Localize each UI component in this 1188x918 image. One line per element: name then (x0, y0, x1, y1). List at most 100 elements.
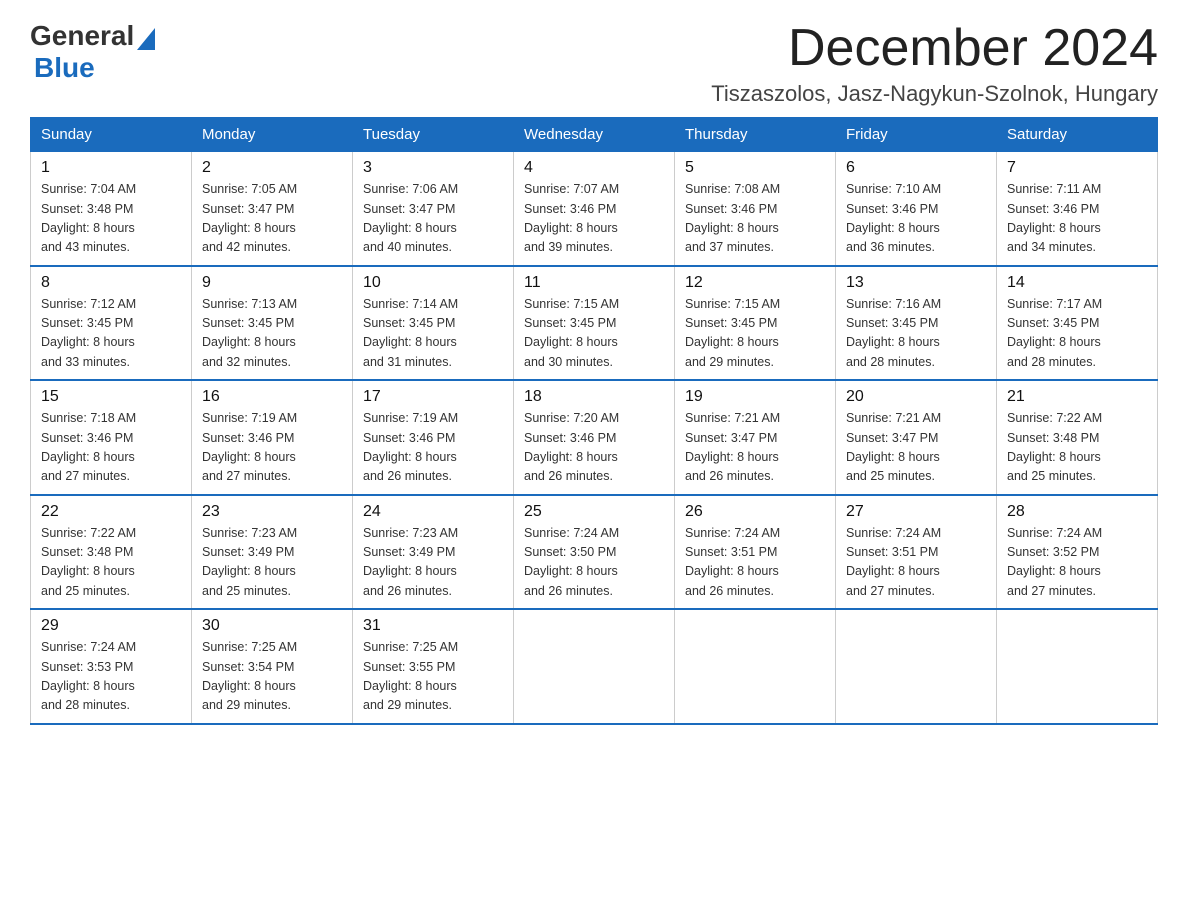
calendar-cell: 13 Sunrise: 7:16 AM Sunset: 3:45 PM Dayl… (836, 266, 997, 381)
day-number: 31 (363, 617, 503, 635)
day-info: Sunrise: 7:08 AM Sunset: 3:46 PM Dayligh… (685, 180, 825, 258)
location-subtitle: Tiszaszolos, Jasz-Nagykun-Szolnok, Hunga… (711, 81, 1158, 107)
calendar-cell: 6 Sunrise: 7:10 AM Sunset: 3:46 PM Dayli… (836, 152, 997, 266)
calendar-week-row: 8 Sunrise: 7:12 AM Sunset: 3:45 PM Dayli… (31, 266, 1158, 381)
calendar-cell: 2 Sunrise: 7:05 AM Sunset: 3:47 PM Dayli… (192, 152, 353, 266)
day-info: Sunrise: 7:13 AM Sunset: 3:45 PM Dayligh… (202, 295, 342, 373)
day-info: Sunrise: 7:18 AM Sunset: 3:46 PM Dayligh… (41, 409, 181, 487)
calendar-cell (836, 609, 997, 724)
calendar-week-row: 22 Sunrise: 7:22 AM Sunset: 3:48 PM Dayl… (31, 495, 1158, 610)
day-info: Sunrise: 7:24 AM Sunset: 3:51 PM Dayligh… (846, 524, 986, 602)
day-number: 14 (1007, 274, 1147, 292)
calendar-header-row: SundayMondayTuesdayWednesdayThursdayFrid… (31, 118, 1158, 152)
day-number: 9 (202, 274, 342, 292)
day-number: 7 (1007, 159, 1147, 177)
calendar-cell: 12 Sunrise: 7:15 AM Sunset: 3:45 PM Dayl… (675, 266, 836, 381)
day-info: Sunrise: 7:15 AM Sunset: 3:45 PM Dayligh… (524, 295, 664, 373)
day-info: Sunrise: 7:21 AM Sunset: 3:47 PM Dayligh… (685, 409, 825, 487)
calendar-cell: 29 Sunrise: 7:24 AM Sunset: 3:53 PM Dayl… (31, 609, 192, 724)
header-day-saturday: Saturday (997, 118, 1158, 152)
day-number: 27 (846, 503, 986, 521)
calendar-cell: 3 Sunrise: 7:06 AM Sunset: 3:47 PM Dayli… (353, 152, 514, 266)
day-number: 2 (202, 159, 342, 177)
logo[interactable]: General Blue (30, 20, 155, 84)
day-number: 22 (41, 503, 181, 521)
day-info: Sunrise: 7:11 AM Sunset: 3:46 PM Dayligh… (1007, 180, 1147, 258)
day-number: 26 (685, 503, 825, 521)
calendar-cell: 5 Sunrise: 7:08 AM Sunset: 3:46 PM Dayli… (675, 152, 836, 266)
title-area: December 2024 Tiszaszolos, Jasz-Nagykun-… (711, 20, 1158, 107)
day-number: 16 (202, 388, 342, 406)
calendar-cell: 4 Sunrise: 7:07 AM Sunset: 3:46 PM Dayli… (514, 152, 675, 266)
day-number: 17 (363, 388, 503, 406)
header-day-wednesday: Wednesday (514, 118, 675, 152)
calendar-cell: 15 Sunrise: 7:18 AM Sunset: 3:46 PM Dayl… (31, 380, 192, 495)
header-day-monday: Monday (192, 118, 353, 152)
day-number: 24 (363, 503, 503, 521)
calendar-cell: 7 Sunrise: 7:11 AM Sunset: 3:46 PM Dayli… (997, 152, 1158, 266)
calendar-cell: 24 Sunrise: 7:23 AM Sunset: 3:49 PM Dayl… (353, 495, 514, 610)
day-number: 5 (685, 159, 825, 177)
day-number: 28 (1007, 503, 1147, 521)
logo-triangle-icon (137, 28, 155, 50)
day-info: Sunrise: 7:25 AM Sunset: 3:55 PM Dayligh… (363, 638, 503, 716)
day-info: Sunrise: 7:05 AM Sunset: 3:47 PM Dayligh… (202, 180, 342, 258)
logo-general-text: General (30, 20, 134, 52)
day-info: Sunrise: 7:12 AM Sunset: 3:45 PM Dayligh… (41, 295, 181, 373)
calendar-cell: 23 Sunrise: 7:23 AM Sunset: 3:49 PM Dayl… (192, 495, 353, 610)
day-number: 15 (41, 388, 181, 406)
day-number: 19 (685, 388, 825, 406)
day-info: Sunrise: 7:21 AM Sunset: 3:47 PM Dayligh… (846, 409, 986, 487)
calendar-cell: 21 Sunrise: 7:22 AM Sunset: 3:48 PM Dayl… (997, 380, 1158, 495)
day-number: 3 (363, 159, 503, 177)
calendar-cell: 25 Sunrise: 7:24 AM Sunset: 3:50 PM Dayl… (514, 495, 675, 610)
calendar-cell: 16 Sunrise: 7:19 AM Sunset: 3:46 PM Dayl… (192, 380, 353, 495)
day-number: 10 (363, 274, 503, 292)
calendar-cell: 8 Sunrise: 7:12 AM Sunset: 3:45 PM Dayli… (31, 266, 192, 381)
day-number: 18 (524, 388, 664, 406)
day-info: Sunrise: 7:10 AM Sunset: 3:46 PM Dayligh… (846, 180, 986, 258)
calendar-cell: 31 Sunrise: 7:25 AM Sunset: 3:55 PM Dayl… (353, 609, 514, 724)
calendar-cell: 22 Sunrise: 7:22 AM Sunset: 3:48 PM Dayl… (31, 495, 192, 610)
calendar-cell: 30 Sunrise: 7:25 AM Sunset: 3:54 PM Dayl… (192, 609, 353, 724)
calendar-cell: 26 Sunrise: 7:24 AM Sunset: 3:51 PM Dayl… (675, 495, 836, 610)
day-number: 11 (524, 274, 664, 292)
day-info: Sunrise: 7:06 AM Sunset: 3:47 PM Dayligh… (363, 180, 503, 258)
day-info: Sunrise: 7:23 AM Sunset: 3:49 PM Dayligh… (202, 524, 342, 602)
calendar-cell: 11 Sunrise: 7:15 AM Sunset: 3:45 PM Dayl… (514, 266, 675, 381)
header-day-sunday: Sunday (31, 118, 192, 152)
day-number: 12 (685, 274, 825, 292)
month-year-title: December 2024 (711, 20, 1158, 77)
day-info: Sunrise: 7:17 AM Sunset: 3:45 PM Dayligh… (1007, 295, 1147, 373)
day-number: 8 (41, 274, 181, 292)
day-number: 23 (202, 503, 342, 521)
day-info: Sunrise: 7:15 AM Sunset: 3:45 PM Dayligh… (685, 295, 825, 373)
calendar-cell: 9 Sunrise: 7:13 AM Sunset: 3:45 PM Dayli… (192, 266, 353, 381)
calendar-cell: 19 Sunrise: 7:21 AM Sunset: 3:47 PM Dayl… (675, 380, 836, 495)
day-info: Sunrise: 7:19 AM Sunset: 3:46 PM Dayligh… (202, 409, 342, 487)
day-info: Sunrise: 7:04 AM Sunset: 3:48 PM Dayligh… (41, 180, 181, 258)
calendar-cell (514, 609, 675, 724)
day-info: Sunrise: 7:24 AM Sunset: 3:51 PM Dayligh… (685, 524, 825, 602)
day-number: 4 (524, 159, 664, 177)
day-number: 25 (524, 503, 664, 521)
calendar-cell: 27 Sunrise: 7:24 AM Sunset: 3:51 PM Dayl… (836, 495, 997, 610)
day-info: Sunrise: 7:20 AM Sunset: 3:46 PM Dayligh… (524, 409, 664, 487)
calendar-cell: 1 Sunrise: 7:04 AM Sunset: 3:48 PM Dayli… (31, 152, 192, 266)
day-info: Sunrise: 7:22 AM Sunset: 3:48 PM Dayligh… (41, 524, 181, 602)
day-number: 1 (41, 159, 181, 177)
page-header: General Blue December 2024 Tiszaszolos, … (30, 20, 1158, 107)
calendar-week-row: 15 Sunrise: 7:18 AM Sunset: 3:46 PM Dayl… (31, 380, 1158, 495)
calendar-cell: 18 Sunrise: 7:20 AM Sunset: 3:46 PM Dayl… (514, 380, 675, 495)
calendar-cell (675, 609, 836, 724)
calendar-week-row: 1 Sunrise: 7:04 AM Sunset: 3:48 PM Dayli… (31, 152, 1158, 266)
day-info: Sunrise: 7:24 AM Sunset: 3:53 PM Dayligh… (41, 638, 181, 716)
header-day-thursday: Thursday (675, 118, 836, 152)
calendar-week-row: 29 Sunrise: 7:24 AM Sunset: 3:53 PM Dayl… (31, 609, 1158, 724)
day-number: 29 (41, 617, 181, 635)
day-number: 20 (846, 388, 986, 406)
calendar-cell: 14 Sunrise: 7:17 AM Sunset: 3:45 PM Dayl… (997, 266, 1158, 381)
day-info: Sunrise: 7:22 AM Sunset: 3:48 PM Dayligh… (1007, 409, 1147, 487)
day-info: Sunrise: 7:19 AM Sunset: 3:46 PM Dayligh… (363, 409, 503, 487)
day-number: 21 (1007, 388, 1147, 406)
